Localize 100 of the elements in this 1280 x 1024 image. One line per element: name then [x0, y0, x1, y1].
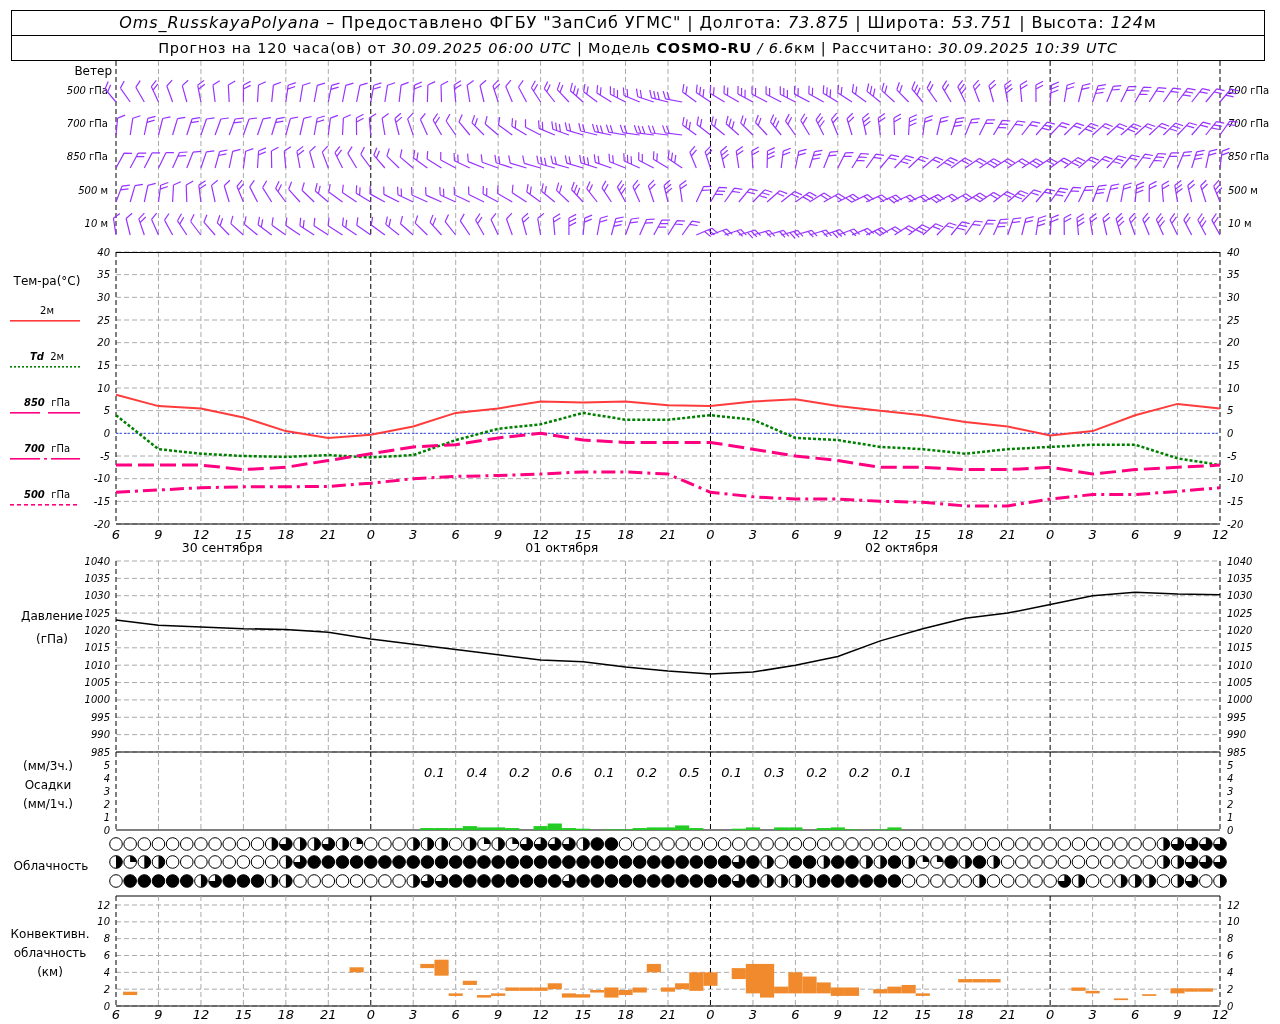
axis-label: 6 [103, 950, 110, 961]
axis-label: 1000 [84, 694, 110, 706]
axis-label: 0 [1227, 824, 1234, 836]
axis-label: 995 [90, 711, 110, 723]
precipitation-total: 0.1 [593, 765, 615, 780]
level-label: 850 гПа [66, 151, 108, 162]
axis-label: 1035 [1227, 572, 1253, 584]
cloudiness-label: Облачность [13, 859, 89, 873]
axis-label: 9 [154, 1007, 163, 1022]
pressure-title: Давление [21, 609, 83, 623]
convective-label: Конвективн. [10, 927, 90, 941]
axis-label: 0 [103, 1000, 110, 1012]
axis-label: 0 [1046, 527, 1055, 542]
axis-label: 1025 [1227, 607, 1253, 619]
axis-label: 6 [451, 527, 460, 542]
axis-label: 3 [1088, 1007, 1097, 1022]
axis-label: -10 [93, 473, 110, 485]
axis-label: 4 [1227, 772, 1234, 784]
axis-label: 9 [494, 1007, 503, 1022]
precipitation-total: 0.2 [848, 765, 870, 780]
axis-label: 1025 [84, 607, 110, 619]
axis-label: 0 [103, 427, 110, 439]
axis-label: 1010 [84, 659, 110, 671]
axis-label: 6 [451, 1007, 460, 1022]
axis-label: 18 [277, 527, 295, 542]
axis-label: 3 [103, 785, 110, 797]
convective-label: (км) [37, 965, 63, 979]
axis-label: 3 [1227, 785, 1234, 797]
axis-label: 12 [97, 899, 110, 911]
axis-label: 18 [956, 1007, 974, 1022]
axis-label: 2 [103, 983, 110, 995]
axis-label: 20 [97, 337, 110, 349]
legend-label: 500 гПа [23, 489, 71, 500]
precipitation-total: 0.1 [424, 765, 445, 780]
precipitation-total: 0.3 [763, 765, 785, 780]
axis-label: 8 [1227, 933, 1234, 945]
axis-label: 1000 [1227, 694, 1253, 706]
axis-label: 990 [90, 729, 110, 741]
header-title: Oms_RusskayaPolyana – Предоставлено ФГБУ "ЗапСиб УГМС" | Долгота: 73.875 | Широта: 53.751 | Высота: 124м [12, 11, 1264, 36]
axis-label: 1020 [1227, 624, 1253, 636]
axis-label: 25 [1227, 314, 1240, 326]
axis-label: 9 [833, 1007, 842, 1022]
axis-label: 21 [320, 527, 337, 542]
axis-label: 15 [574, 1007, 592, 1022]
axis-label: 15 [914, 1007, 932, 1022]
axis-label: 21 [999, 527, 1016, 542]
convective-label: облачность [13, 946, 87, 960]
axis-label: 12 [872, 527, 889, 542]
pressure-unit: (гПа) [36, 632, 68, 646]
axis-label: 1040 [84, 555, 110, 567]
axis-label: 3 [1088, 527, 1097, 542]
level-label: 500 м [78, 185, 108, 196]
axis-label: 1005 [1227, 677, 1253, 689]
axis-label: 1030 [1227, 590, 1253, 602]
axis-label: -10 [1227, 473, 1244, 485]
axis-label: -20 [93, 518, 110, 530]
axis-label: 6 [791, 527, 800, 542]
axis-label: 12 [872, 1007, 889, 1022]
axis-label: 1010 [1227, 659, 1253, 671]
axis-label: 21 [320, 1007, 337, 1022]
axis-label: 1035 [84, 572, 110, 584]
axis-label: 9 [833, 527, 842, 542]
axis-label: 9 [1173, 1007, 1182, 1022]
axis-label: 3 [409, 1007, 418, 1022]
axis-label: 15 [235, 1007, 252, 1022]
axis-label: 21 [659, 527, 677, 542]
precipitation-label: (мм/3ч.) [22, 759, 74, 773]
axis-label: 1 [103, 811, 110, 823]
level-label: 500 гПа [1228, 85, 1270, 96]
axis-label: 35 [97, 269, 110, 281]
axis-label: 0 [1227, 1000, 1234, 1012]
axis-label: 12 [192, 527, 210, 542]
axis-label: 3 [409, 527, 418, 542]
axis-label: 0 [103, 824, 110, 836]
axis-label: 20 [1227, 337, 1240, 349]
legend-label: 850 гПа [23, 397, 71, 408]
axis-label: 6 [1227, 950, 1234, 961]
axis-label: 5 [1227, 405, 1234, 417]
axis-label: 15 [97, 359, 110, 371]
axis-label: 21 [999, 1007, 1016, 1022]
axis-label: 995 [1227, 711, 1247, 723]
level-label: 850 гПа [1228, 151, 1270, 162]
axis-label: 6 [1130, 527, 1140, 542]
axis-label: 3 [748, 1007, 758, 1022]
axis-label: 10 [97, 382, 110, 394]
axis-label: 0 [366, 527, 375, 542]
axis-label: 4 [1227, 966, 1234, 978]
axis-label: 12 [192, 1007, 210, 1022]
axis-label: 10 [1227, 916, 1240, 928]
axis-label: 1030 [84, 590, 110, 602]
precipitation-label: Осадки [24, 778, 72, 792]
axis-label: 1015 [84, 642, 110, 654]
precipitation-total: 0.5 [678, 765, 700, 780]
axis-label: 0 [706, 1007, 715, 1022]
axis-label: -5 [100, 450, 110, 462]
date-label: 01 октября [525, 540, 599, 555]
axis-label: 6 [791, 1007, 800, 1022]
axis-label: 10 [1227, 382, 1240, 394]
level-label: 10 м [1228, 218, 1252, 229]
precipitation-label: (мм/1ч.) [22, 797, 74, 811]
